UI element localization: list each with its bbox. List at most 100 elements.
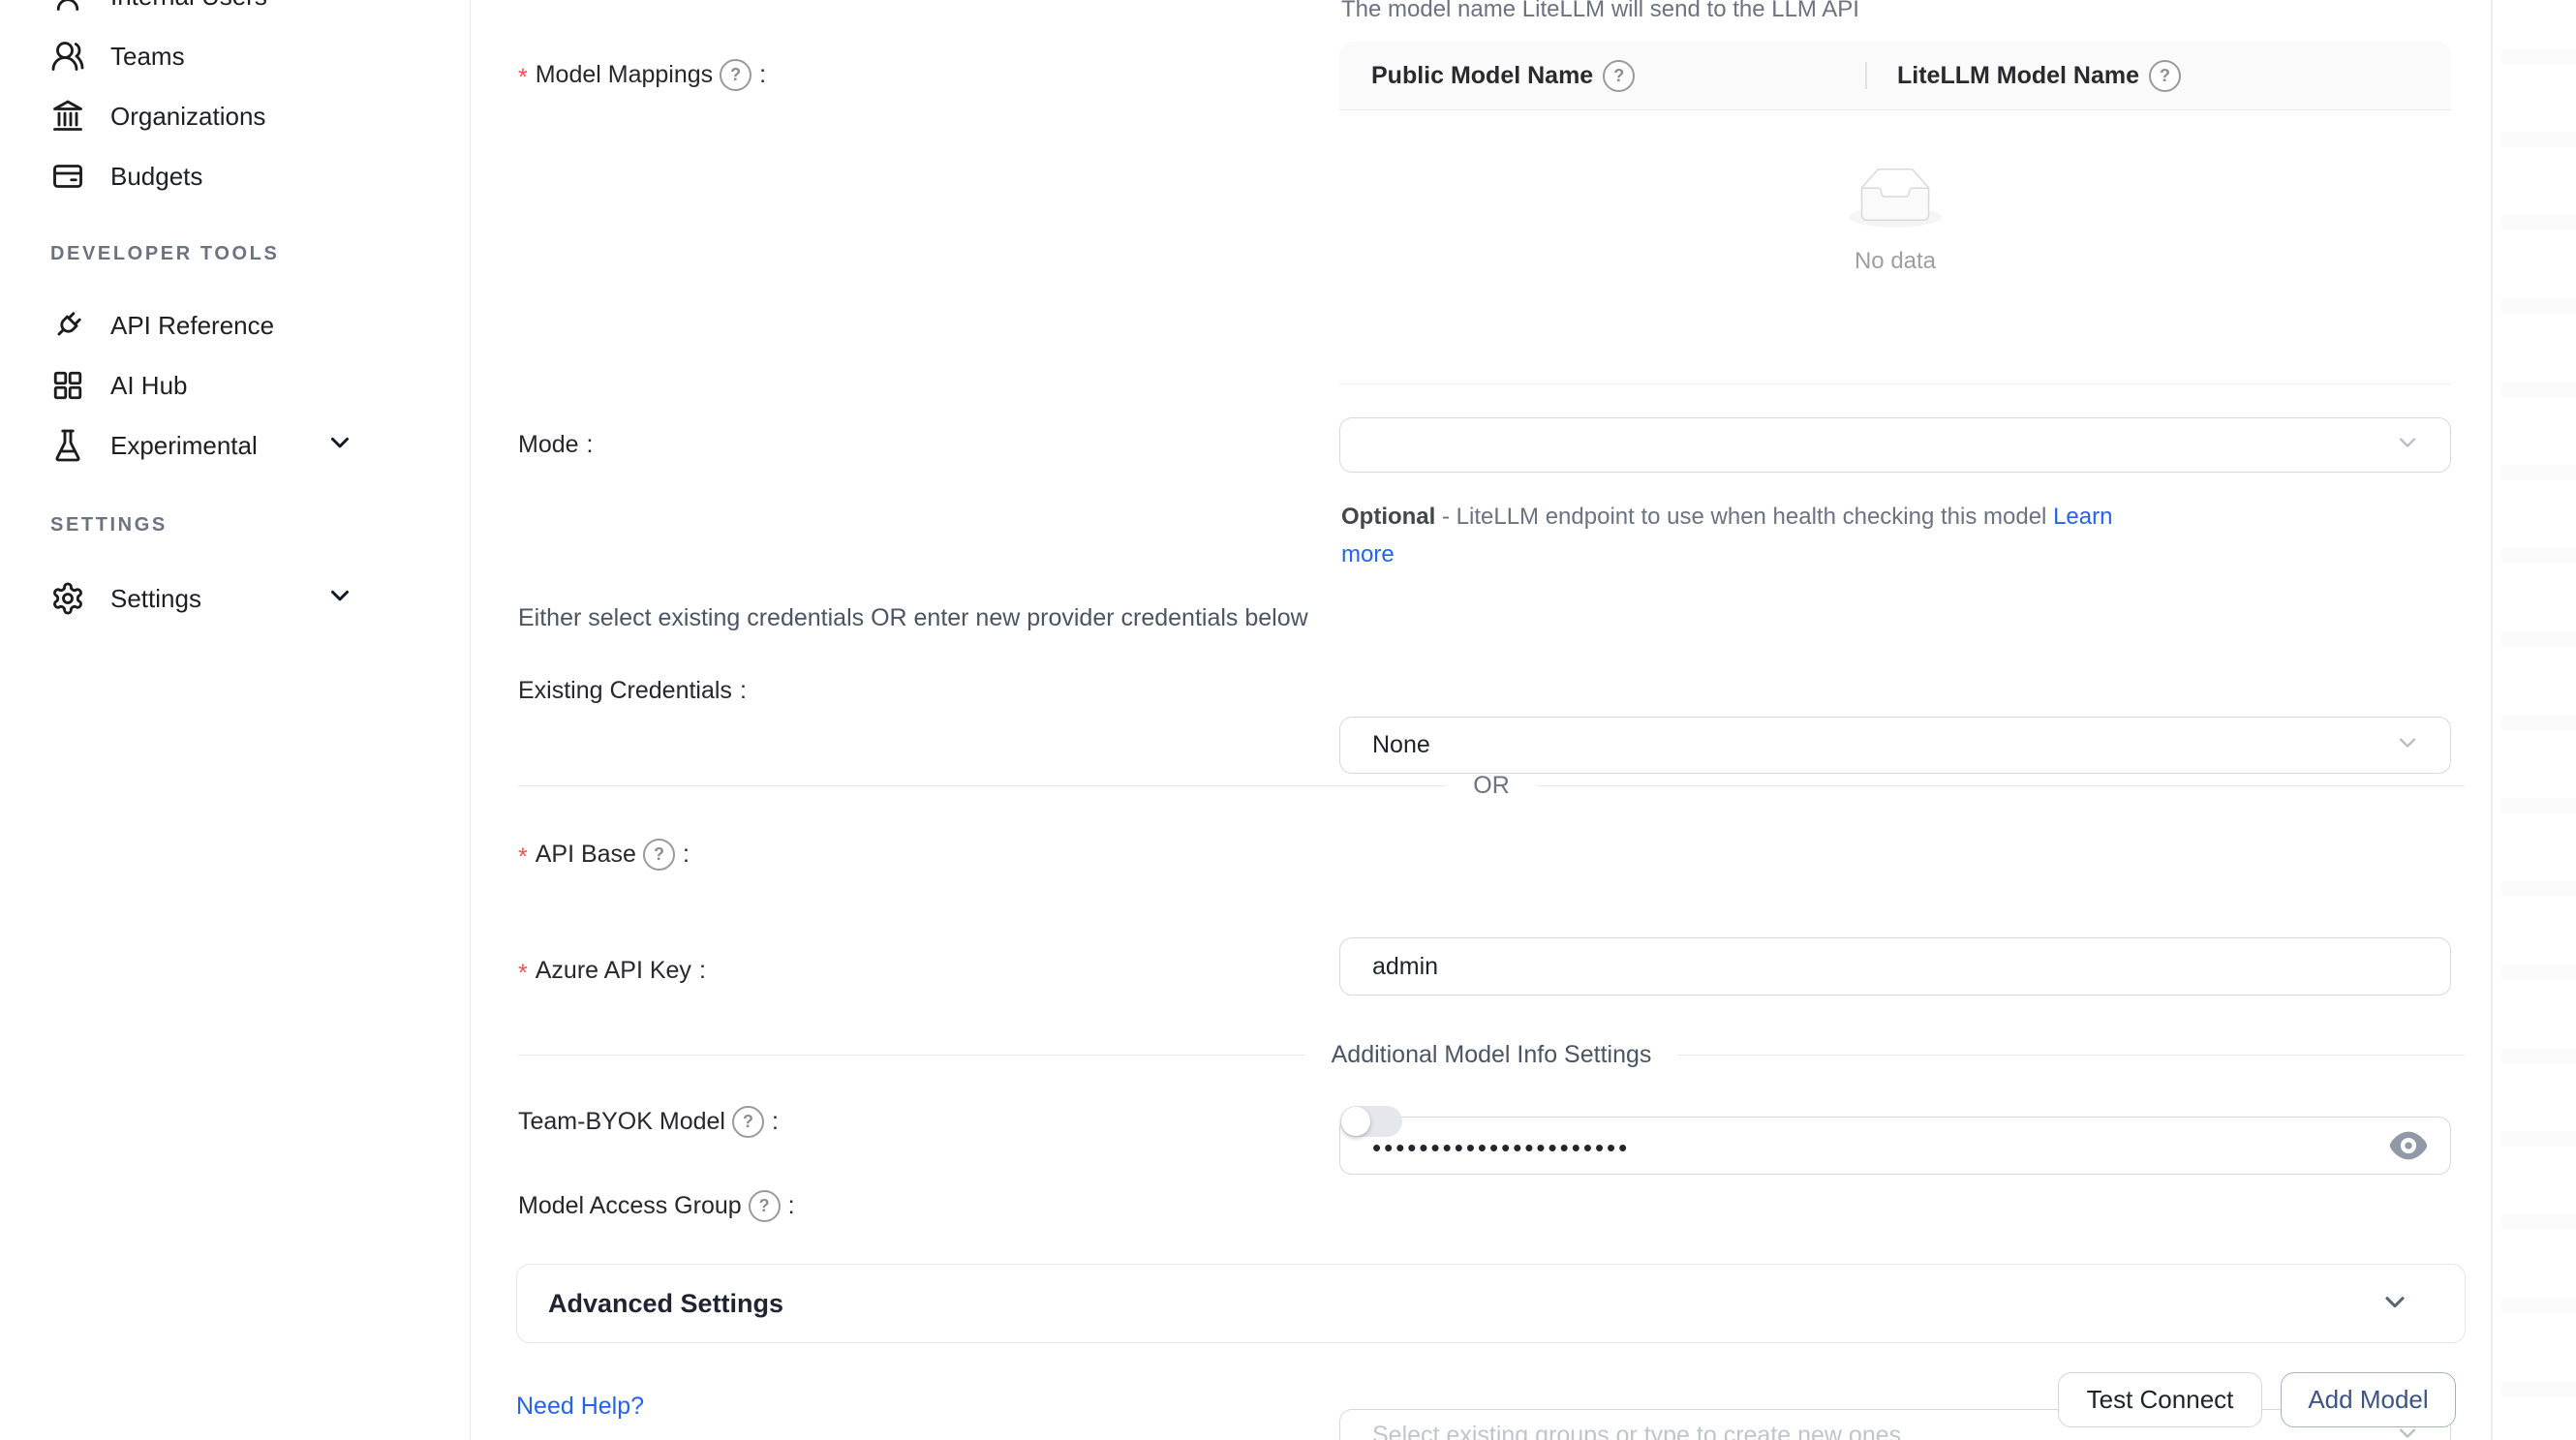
divider-line [518, 785, 1446, 787]
advanced-settings-title: Advanced Settings [548, 1289, 783, 1319]
azure-api-key-label: * Azure API Key : [518, 953, 706, 988]
sidebar-item-label: Budgets [110, 162, 202, 192]
sidebar-item-label: Experimental [110, 431, 258, 461]
help-icon[interactable]: ? [720, 59, 751, 91]
help-icon[interactable]: ? [1603, 60, 1635, 92]
chevron-down-icon [2379, 1286, 2410, 1322]
label-colon: : [759, 61, 766, 89]
sidebar-devtools-list: API Reference AI Hub Experimental [0, 295, 470, 475]
help-icon[interactable]: ? [643, 839, 675, 871]
label-colon: : [683, 841, 690, 869]
sidebar-section-developer-tools: DEVELOPER TOOLS [0, 230, 470, 278]
sidebar-item-budgets[interactable]: Budgets [0, 146, 470, 206]
additional-info-divider: Additional Model Info Settings [518, 1041, 2465, 1069]
divider-text: Additional Model Info Settings [1304, 1041, 1679, 1069]
label-text: Team-BYOK Model [518, 1108, 725, 1136]
add-model-button[interactable]: Add Model [2281, 1372, 2456, 1427]
selected-value: None [1372, 731, 1430, 759]
help-icon[interactable]: ? [732, 1106, 764, 1138]
users-icon [50, 39, 85, 74]
sidebar-item-api-reference[interactable]: API Reference [0, 295, 470, 355]
sidebar-section-settings: SETTINGS [0, 501, 470, 549]
sidebar-item-organizations[interactable]: Organizations [0, 86, 470, 146]
mode-helper-text: Optional - LiteLLM endpoint to use when … [1341, 498, 2503, 573]
divider-line [1537, 785, 2465, 787]
table-empty-state: No data [1339, 168, 2451, 275]
background-ghost-rows [2501, 48, 2576, 1440]
or-text: OR [1446, 772, 1537, 800]
select-placeholder: Select existing groups or type to create… [1372, 1422, 1901, 1440]
mode-select[interactable] [1339, 417, 2451, 473]
label-colon: : [587, 431, 594, 459]
empty-box-icon [1849, 168, 1942, 228]
grid-icon [50, 368, 85, 403]
bank-icon [50, 99, 85, 134]
credit-card-icon [50, 159, 85, 194]
required-asterisk: * [518, 64, 528, 92]
model-mappings-table: Public Model Name ? LiteLLM Model Name ?… [1339, 42, 2451, 384]
label-text: Azure API Key [536, 957, 691, 985]
divider-line [518, 1055, 1304, 1057]
advanced-settings-panel[interactable]: Advanced Settings [516, 1264, 2466, 1343]
chevron-down-icon [325, 581, 354, 617]
label-colon: : [788, 1192, 795, 1220]
sidebar-item-ai-hub[interactable]: AI Hub [0, 355, 470, 415]
credentials-note: Either select existing credentials OR en… [518, 604, 1308, 632]
toggle-knob [1341, 1107, 1370, 1136]
need-help-link[interactable]: Need Help? [516, 1393, 644, 1421]
sidebar-item-label: Settings [110, 584, 201, 614]
api-base-label: * API Base ? : [518, 837, 690, 872]
flask-icon [50, 428, 85, 463]
label-colon: : [740, 677, 747, 705]
learn-more-link[interactable]: more [1341, 536, 2503, 573]
model-mappings-label: * Model Mappings ? : [518, 57, 766, 92]
sidebar-item-internal-users[interactable]: Internal Users [0, 0, 470, 26]
page-right-divider [2491, 0, 2493, 1440]
mode-label: Mode : [518, 427, 594, 462]
test-connect-button[interactable]: Test Connect [2058, 1372, 2262, 1427]
sidebar-item-teams[interactable]: Teams [0, 26, 470, 86]
help-icon[interactable]: ? [749, 1190, 781, 1222]
masked-password: •••••••••••••••••••••• [1372, 1133, 1630, 1163]
gear-icon [50, 581, 85, 616]
model-access-group-label: Model Access Group ? : [518, 1188, 795, 1223]
label-colon: : [699, 957, 706, 985]
column-litellm-model-name: LiteLLM Model Name ? [1865, 42, 2451, 109]
input-value: admin [1372, 953, 1438, 981]
divider-line [1678, 1055, 2465, 1057]
learn-more-link[interactable]: Learn [2053, 504, 2112, 530]
table-header: Public Model Name ? LiteLLM Model Name ? [1339, 42, 2451, 110]
chevron-down-icon [2394, 728, 2421, 762]
label-colon: : [772, 1108, 779, 1136]
team-byok-toggle[interactable] [1340, 1106, 1402, 1137]
label-text: API Base [536, 841, 636, 869]
required-asterisk: * [518, 960, 528, 988]
sidebar-item-settings[interactable]: Settings [0, 568, 470, 628]
azure-api-key-input[interactable]: •••••••••••••••••••••• [1339, 1117, 2451, 1175]
user-icon [50, 0, 85, 14]
helper-bold: Optional [1341, 504, 1435, 530]
chevron-down-icon [2394, 428, 2421, 462]
sidebar-item-label: Internal Users [110, 0, 267, 12]
help-icon[interactable]: ? [2149, 60, 2181, 92]
required-asterisk: * [518, 843, 528, 872]
no-data-text: No data [1339, 248, 2451, 275]
sidebar-main-list: Internal Users Teams Organizations Budge… [0, 0, 470, 206]
sidebar-item-label: Teams [110, 42, 185, 72]
label-text: Model Mappings [536, 61, 713, 89]
existing-credentials-select[interactable]: None [1339, 717, 2451, 774]
or-divider: OR [518, 772, 2465, 800]
eye-icon[interactable] [2388, 1130, 2429, 1161]
plug-icon [50, 308, 85, 343]
sidebar-item-label: Organizations [110, 102, 265, 132]
add-model-page: Internal Users Teams Organizations Budge… [0, 0, 2576, 1440]
api-base-input[interactable]: admin [1339, 937, 2451, 996]
sidebar-settings-list: Settings [0, 568, 470, 628]
sidebar: Internal Users Teams Organizations Budge… [0, 0, 471, 1440]
sidebar-item-label: AI Hub [110, 371, 188, 401]
team-byok-label: Team-BYOK Model ? : [518, 1104, 779, 1139]
label-text: Mode [518, 431, 579, 459]
existing-credentials-label: Existing Credentials : [518, 673, 747, 708]
sidebar-item-experimental[interactable]: Experimental [0, 415, 470, 475]
label-text: Existing Credentials [518, 677, 732, 705]
